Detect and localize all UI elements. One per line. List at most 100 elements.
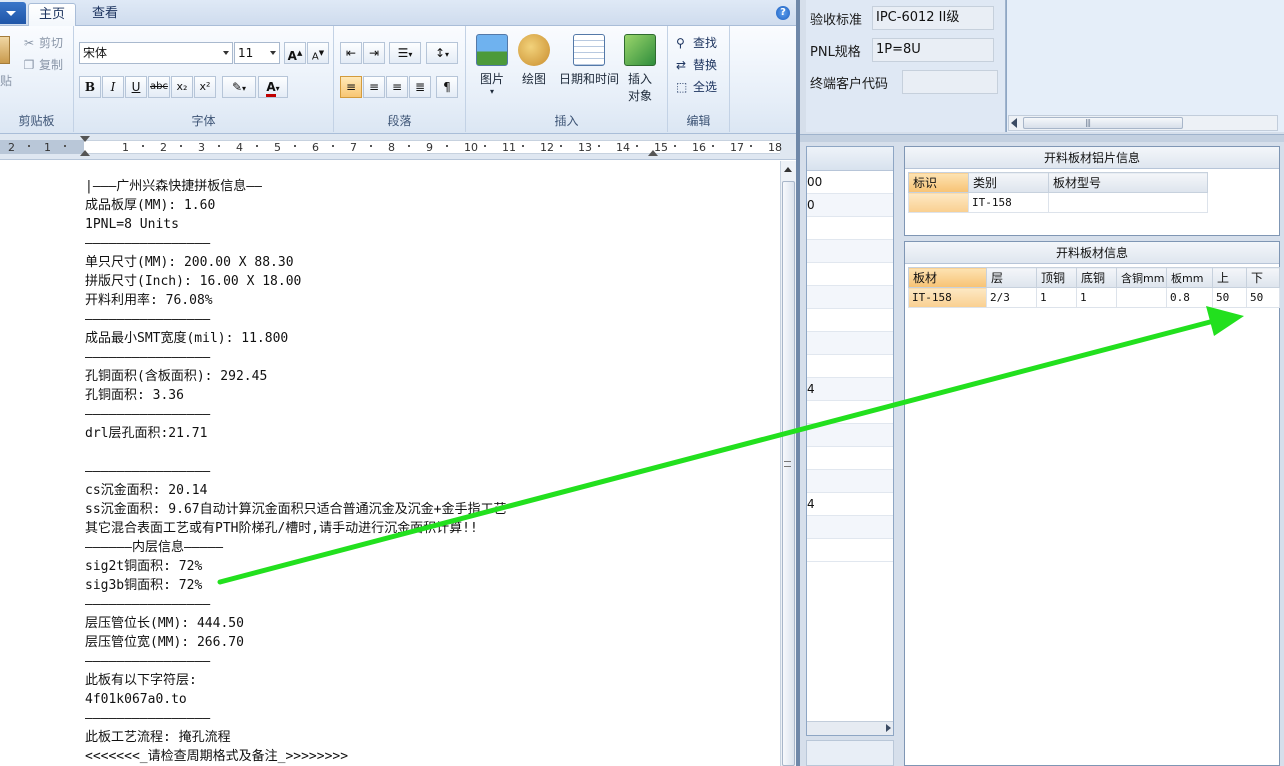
- left-grid-scrollbar[interactable]: [807, 721, 893, 735]
- replace-button[interactable]: ⇄ 替换: [676, 56, 717, 73]
- table-row[interactable]: 4: [807, 378, 893, 401]
- cell-material[interactable]: IT-158: [908, 287, 987, 308]
- scroll-thumb[interactable]: [1023, 117, 1183, 129]
- document-line[interactable]: 1PNL=8 Units: [85, 215, 506, 234]
- col-header-layer[interactable]: 层: [986, 267, 1037, 288]
- cell-type[interactable]: IT-158: [968, 192, 1049, 213]
- strikethrough-button[interactable]: abc: [148, 76, 170, 98]
- document-line[interactable]: 层压管位宽(MM): 266.70: [85, 633, 506, 652]
- acceptance-standard-field[interactable]: IPC-6012 II级: [872, 6, 994, 30]
- bold-button[interactable]: B: [79, 76, 101, 98]
- document-line[interactable]: ————————————————: [85, 405, 506, 424]
- document-area[interactable]: |———广州兴森快捷拼板信息—— 成品板厚(MM): 1.60 1PNL=8 Uni…: [0, 161, 780, 766]
- table-row[interactable]: 0: [807, 194, 893, 217]
- horizontal-scrollbar[interactable]: |||: [1008, 115, 1278, 131]
- help-icon[interactable]: ?: [776, 6, 790, 20]
- scroll-right-icon[interactable]: [886, 724, 891, 732]
- splitter-bar[interactable]: [800, 134, 1284, 142]
- cut-button[interactable]: ✂ 剪切: [22, 34, 63, 51]
- document-line[interactable]: <<<<<<<_请检查周期格式及备注_>>>>>>>>: [85, 747, 506, 766]
- table-row[interactable]: [807, 217, 893, 240]
- table-row[interactable]: 00: [807, 171, 893, 194]
- document-line[interactable]: cs沉金面积: 20.14: [85, 481, 506, 500]
- table-row[interactable]: 4: [807, 493, 893, 516]
- justify-button[interactable]: ≣: [409, 76, 431, 98]
- file-menu-button[interactable]: [0, 2, 26, 24]
- shrink-font-button[interactable]: A▼: [307, 42, 329, 64]
- col-header-copper-mm[interactable]: 含铜mm: [1116, 267, 1167, 288]
- table-row[interactable]: [807, 286, 893, 309]
- cell-board-mm[interactable]: 0.8: [1166, 287, 1213, 308]
- table-row[interactable]: [807, 263, 893, 286]
- cell-down[interactable]: 50: [1246, 287, 1280, 308]
- cell-layer[interactable]: 2/3: [986, 287, 1037, 308]
- col-header-down[interactable]: 下: [1246, 267, 1280, 288]
- grow-font-button[interactable]: A▲: [284, 42, 306, 64]
- col-header-type[interactable]: 类别: [968, 172, 1049, 193]
- document-line[interactable]: ——————内层信息—————: [85, 538, 506, 557]
- copy-button[interactable]: ❐ 复制: [22, 56, 63, 73]
- table-row[interactable]: [807, 447, 893, 470]
- subscript-button[interactable]: x₂: [171, 76, 193, 98]
- cell-top-copper[interactable]: 1: [1036, 287, 1077, 308]
- table-row[interactable]: [807, 424, 893, 447]
- end-customer-code-field[interactable]: [902, 70, 998, 94]
- first-line-indent-marker[interactable]: [80, 136, 90, 142]
- document-line[interactable]: sig3b铜面积: 72%: [85, 576, 506, 595]
- align-center-button[interactable]: ≡: [363, 76, 385, 98]
- table-row[interactable]: [807, 470, 893, 493]
- document-line[interactable]: |———广州兴森快捷拼板信息——: [85, 177, 506, 196]
- align-left-button[interactable]: ≡: [340, 76, 362, 98]
- col-header-up[interactable]: 上: [1212, 267, 1247, 288]
- cell-copper-mm[interactable]: [1116, 287, 1167, 308]
- document-line[interactable]: sig2t铜面积: 72%: [85, 557, 506, 576]
- font-size-select[interactable]: 11: [234, 42, 280, 64]
- paste-icon[interactable]: [0, 36, 10, 64]
- document-text[interactable]: |———广州兴森快捷拼板信息—— 成品板厚(MM): 1.60 1PNL=8 Uni…: [85, 177, 506, 766]
- cell-mark[interactable]: [908, 192, 969, 213]
- superscript-button[interactable]: x²: [194, 76, 216, 98]
- line-spacing-button[interactable]: ↕▾: [426, 42, 458, 64]
- col-header-bottom-copper[interactable]: 底铜: [1076, 267, 1117, 288]
- font-family-select[interactable]: 宋体: [79, 42, 233, 64]
- tab-view[interactable]: 查看: [82, 3, 128, 26]
- vertical-scrollbar[interactable]: [780, 161, 796, 766]
- paragraph-settings-button[interactable]: ¶: [436, 76, 458, 98]
- col-header-board-mm[interactable]: 板mm: [1166, 267, 1213, 288]
- document-line[interactable]: drl层孔面积:21.71: [85, 424, 506, 443]
- table-row[interactable]: [807, 332, 893, 355]
- decrease-indent-button[interactable]: ⇤: [340, 42, 362, 64]
- table-row[interactable]: [807, 516, 893, 539]
- document-line[interactable]: 层压管位长(MM): 444.50: [85, 614, 506, 633]
- document-line[interactable]: ————————————————: [85, 462, 506, 481]
- col-header-material[interactable]: 板材: [908, 267, 987, 288]
- document-line[interactable]: ————————————————: [85, 595, 506, 614]
- paste-button[interactable]: 贴: [0, 72, 12, 89]
- pnl-spec-field[interactable]: 1P=8U: [872, 38, 994, 62]
- ruler[interactable]: 2 1 1 2 3 4 5 6 7 8 9 10 11 12 13 14 15 16 17 18: [0, 134, 796, 160]
- paint-drawing-button[interactable]: 绘图: [516, 34, 552, 87]
- document-line[interactable]: ————————————————: [85, 310, 506, 329]
- cell-bottom-copper[interactable]: 1: [1076, 287, 1117, 308]
- right-indent-marker[interactable]: [648, 150, 658, 156]
- cell-board-model[interactable]: [1048, 192, 1208, 213]
- document-line[interactable]: 单只尺寸(MM): 200.00 X 88.30: [85, 253, 506, 272]
- underline-button[interactable]: U: [125, 76, 147, 98]
- select-all-button[interactable]: ⬚ 全选: [676, 78, 717, 95]
- document-line[interactable]: 4f01k067a0.to: [85, 690, 506, 709]
- table-row[interactable]: IT-158: [908, 192, 1208, 213]
- col-header-mark[interactable]: 标识: [908, 172, 969, 193]
- scroll-left-icon[interactable]: [1011, 118, 1017, 128]
- scroll-up-icon[interactable]: [784, 167, 792, 172]
- cell-up[interactable]: 50: [1212, 287, 1247, 308]
- document-line[interactable]: 其它混合表面工艺或有PTH阶梯孔/槽时,请手动进行沉金面积计算!!: [85, 519, 506, 538]
- document-line[interactable]: ————————————————: [85, 348, 506, 367]
- document-line[interactable]: 成品板厚(MM): 1.60: [85, 196, 506, 215]
- insert-object-button[interactable]: 插入 对象: [622, 34, 658, 104]
- document-line[interactable]: 孔铜面积(含板面积): 292.45: [85, 367, 506, 386]
- col-header-board-model[interactable]: 板材型号: [1048, 172, 1208, 193]
- document-line[interactable]: 孔铜面积: 3.36: [85, 386, 506, 405]
- italic-button[interactable]: I: [102, 76, 124, 98]
- text-color-button[interactable]: A▾: [258, 76, 288, 98]
- date-time-button[interactable]: 日期和时间: [556, 34, 622, 87]
